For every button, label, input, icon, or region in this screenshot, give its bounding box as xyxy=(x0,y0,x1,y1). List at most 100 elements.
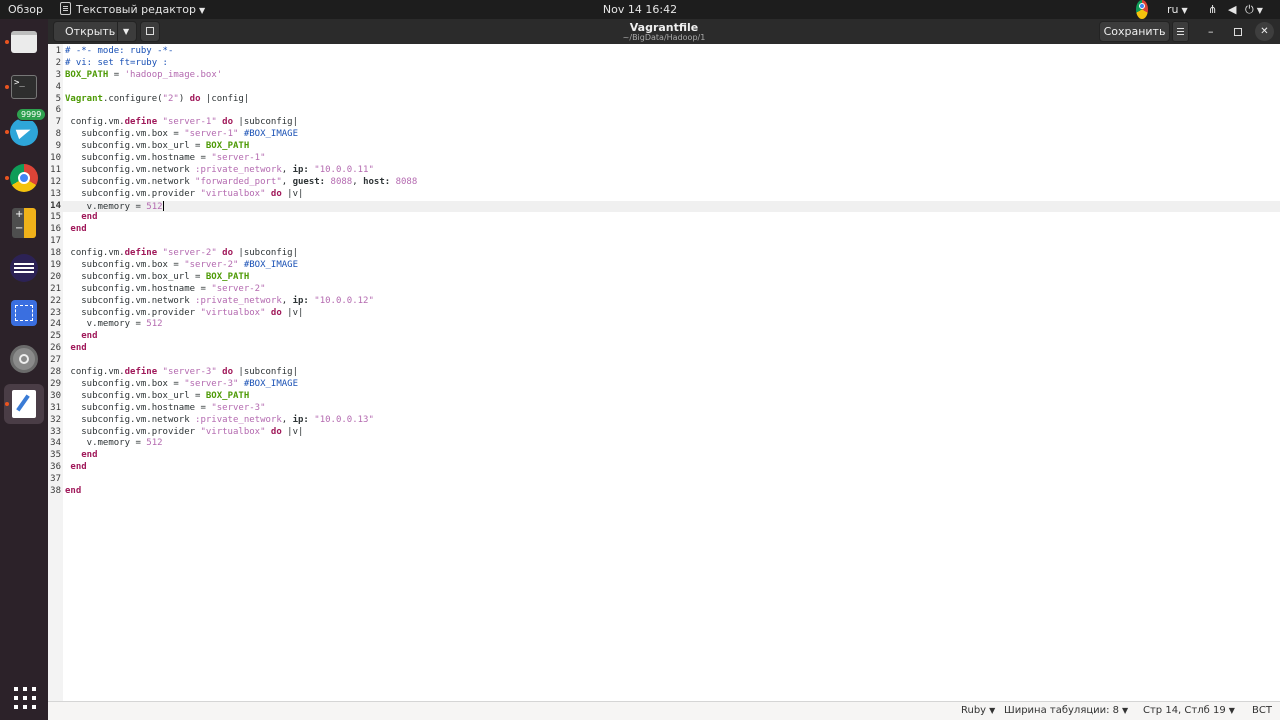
code-token: subconfig.vm.box = xyxy=(65,378,185,389)
code-line[interactable]: 5 Vagrant.configure("2") do |config| xyxy=(48,94,1280,106)
line-text: BOX_PATH = 'hadoop_image.box' xyxy=(65,70,222,82)
code-line[interactable]: 26 end xyxy=(48,343,1280,355)
code-line[interactable]: 27 xyxy=(48,355,1280,367)
code-line[interactable]: 23 subconfig.vm.provider "virtualbox" do… xyxy=(48,308,1280,320)
save-button[interactable]: Сохранить xyxy=(1099,21,1170,42)
code-token: :private_network xyxy=(195,164,282,175)
show-applications-icon[interactable] xyxy=(14,687,36,709)
code-line[interactable]: 8 subconfig.vm.box = "server-1" #BOX_IMA… xyxy=(48,129,1280,141)
code-line[interactable]: 14 v.memory = 512 xyxy=(48,200,1280,213)
code-line[interactable]: 24 v.memory = 512 xyxy=(48,319,1280,331)
line-number: 19 xyxy=(50,260,61,271)
network-icon[interactable]: ⋔ xyxy=(1208,0,1217,19)
code-line[interactable]: 6 xyxy=(48,105,1280,117)
header-bar: Открыть ▼ Vagrantfile ~/BigData/Hadoop/1… xyxy=(48,19,1280,44)
minimize-icon[interactable]: – xyxy=(1208,19,1214,44)
line-text: subconfig.vm.box = "server-1" #BOX_IMAGE xyxy=(65,129,298,141)
code-token: do xyxy=(270,188,282,199)
code-line[interactable]: 22 subconfig.vm.network :private_network… xyxy=(48,296,1280,308)
code-line[interactable]: 10 subconfig.vm.hostname = "server-1" xyxy=(48,153,1280,165)
code-line[interactable]: 36 end xyxy=(48,462,1280,474)
code-line[interactable]: 20 subconfig.vm.box_url = BOX_PATH xyxy=(48,272,1280,284)
clock[interactable]: Nov 14 16:42 xyxy=(0,0,1280,19)
tab-width-selector[interactable]: Ширина табуляции: 8 ▼ xyxy=(1004,702,1128,720)
keyboard-layout[interactable]: ru ▼ xyxy=(1167,0,1188,19)
code-line[interactable]: 34 v.memory = 512 xyxy=(48,438,1280,450)
code-token: "forwarded_port" xyxy=(195,176,282,187)
code-line[interactable]: 32 subconfig.vm.network :private_network… xyxy=(48,415,1280,427)
gear-icon xyxy=(10,345,38,373)
code-view[interactable]: 1 # -*- mode: ruby -*- 2 # vi: set ft=ruby … xyxy=(48,46,1280,498)
code-token: "10.0.0.13" xyxy=(314,414,374,425)
code-line[interactable]: 4 xyxy=(48,82,1280,94)
code-token: "virtualbox" xyxy=(200,307,266,318)
insert-mode: ВСТ xyxy=(1252,705,1272,716)
line-text: end xyxy=(65,331,97,343)
code-line[interactable]: 35 end xyxy=(48,450,1280,462)
code-line[interactable]: 7 config.vm.define "server-1" do |subcon… xyxy=(48,117,1280,129)
code-token: |subconfig| xyxy=(233,248,299,259)
code-token: :private_network xyxy=(195,295,282,306)
code-line[interactable]: 11 subconfig.vm.network :private_network… xyxy=(48,165,1280,177)
dock-chrome[interactable] xyxy=(4,158,44,198)
code-line[interactable]: 29 subconfig.vm.box = "server-3" #BOX_IM… xyxy=(48,379,1280,391)
code-line[interactable]: 2 # vi: set ft=ruby : xyxy=(48,58,1280,70)
code-line[interactable]: 12 subconfig.vm.network "forwarded_port"… xyxy=(48,177,1280,189)
chrome-tray-icon[interactable] xyxy=(1136,0,1148,19)
code-line[interactable]: 38 end xyxy=(48,486,1280,498)
code-token: :private_network xyxy=(195,414,282,425)
code-line[interactable]: 9 subconfig.vm.box_url = BOX_PATH xyxy=(48,141,1280,153)
line-text: config.vm.define "server-1" do |subconfi… xyxy=(65,117,298,129)
hamburger-menu-icon[interactable] xyxy=(1172,21,1189,42)
code-line[interactable]: 3 BOX_PATH = 'hadoop_image.box' xyxy=(48,70,1280,82)
code-token: 512 xyxy=(146,438,163,449)
dock-settings[interactable] xyxy=(4,339,44,379)
language-selector[interactable]: Ruby ▼ xyxy=(961,702,995,720)
code-line[interactable]: 17 xyxy=(48,236,1280,248)
dock-terminal[interactable]: >_ xyxy=(4,67,44,107)
code-token: end xyxy=(65,212,98,223)
line-text: config.vm.define "server-3" do |subconfi… xyxy=(65,367,298,379)
close-icon[interactable]: ✕ xyxy=(1255,22,1274,41)
code-token: ip: xyxy=(292,295,309,306)
code-line[interactable]: 33 subconfig.vm.provider "virtualbox" do… xyxy=(48,427,1280,439)
dock-screenshot[interactable] xyxy=(4,293,44,333)
power-icon[interactable]: ⏻ ▼ xyxy=(1245,0,1263,19)
dock-eclipse[interactable] xyxy=(4,248,44,288)
text-editor-area[interactable]: 1 # -*- mode: ruby -*- 2 # vi: set ft=ruby … xyxy=(48,44,1280,701)
line-number: 8 xyxy=(55,129,61,140)
dock-files[interactable] xyxy=(4,22,44,62)
code-token: do xyxy=(222,248,233,259)
dock-text-editor[interactable] xyxy=(4,384,44,424)
code-line[interactable]: 25 end xyxy=(48,331,1280,343)
dock-calculator[interactable]: + − xyxy=(4,203,44,243)
code-token: # -*- mode: ruby -*- xyxy=(65,46,174,56)
code-line[interactable]: 30 subconfig.vm.box_url = BOX_PATH xyxy=(48,391,1280,403)
cursor-position[interactable]: Стр 14, Стлб 19 ▼ xyxy=(1143,702,1235,720)
code-line[interactable]: 28 config.vm.define "server-3" do |subco… xyxy=(48,367,1280,379)
code-token: subconfig.vm.box_url = xyxy=(65,141,206,152)
code-line[interactable]: 37 xyxy=(48,474,1280,486)
code-token: config.vm. xyxy=(65,367,125,378)
volume-icon[interactable]: ◀ xyxy=(1228,0,1236,19)
code-token: , xyxy=(352,176,364,187)
code-line[interactable]: 15 end xyxy=(48,212,1280,224)
code-token: subconfig.vm.provider xyxy=(65,307,201,318)
chrome-icon xyxy=(10,164,38,192)
code-line[interactable]: 13 subconfig.vm.provider "virtualbox" do… xyxy=(48,189,1280,201)
keyboard-layout-label: ru xyxy=(1167,3,1179,16)
code-token: end xyxy=(65,343,87,354)
code-token: subconfig.vm.provider xyxy=(65,188,201,199)
code-line[interactable]: 31 subconfig.vm.hostname = "server-3" xyxy=(48,403,1280,415)
code-line[interactable]: 16 end xyxy=(48,224,1280,236)
dock-telegram[interactable]: 9999 xyxy=(4,108,47,152)
code-line[interactable]: 21 subconfig.vm.hostname = "server-2" xyxy=(48,284,1280,296)
maximize-icon[interactable] xyxy=(1234,28,1242,36)
code-line[interactable]: 1 # -*- mode: ruby -*- xyxy=(48,46,1280,58)
line-number: 3 xyxy=(55,69,61,80)
code-token: v.memory = xyxy=(65,201,147,212)
code-line[interactable]: 19 subconfig.vm.box = "server-2" #BOX_IM… xyxy=(48,260,1280,272)
line-number: 26 xyxy=(50,343,61,354)
line-text: end xyxy=(65,462,86,474)
code-line[interactable]: 18 config.vm.define "server-2" do |subco… xyxy=(48,248,1280,260)
